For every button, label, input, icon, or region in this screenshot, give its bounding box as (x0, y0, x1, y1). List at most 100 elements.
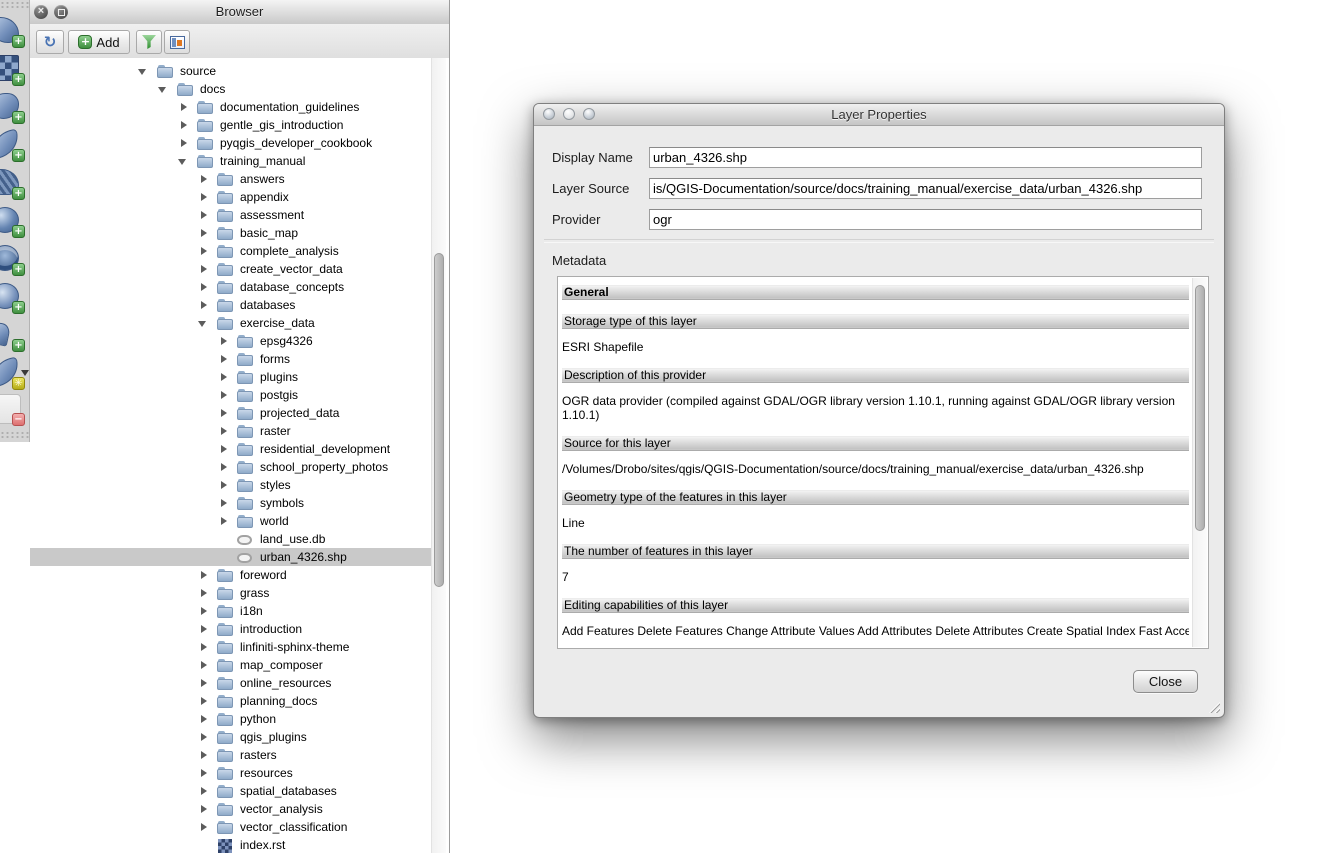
tree-item-urban_4326.shp[interactable]: urban_4326.shp (30, 548, 432, 566)
disclosure-collapsed-icon[interactable] (177, 98, 189, 116)
disclosure-collapsed-icon[interactable] (197, 188, 209, 206)
tree-item-docs[interactable]: docs (30, 80, 432, 98)
dialog-titlebar[interactable]: Layer Properties (534, 104, 1224, 126)
tree-item-answers[interactable]: answers (30, 170, 432, 188)
disclosure-collapsed-icon[interactable] (197, 638, 209, 656)
disclosure-collapsed-icon[interactable] (197, 800, 209, 818)
disclosure-collapsed-icon[interactable] (197, 710, 209, 728)
disclosure-collapsed-icon[interactable] (197, 620, 209, 638)
disclosure-collapsed-icon[interactable] (197, 566, 209, 584)
tree-item-school_property_photos[interactable]: school_property_photos (30, 458, 432, 476)
tree-item-raster[interactable]: raster (30, 422, 432, 440)
close-button[interactable]: Close (1133, 670, 1198, 693)
remove-layer-button[interactable]: − (0, 394, 29, 426)
tree-item-online_resources[interactable]: online_resources (30, 674, 432, 692)
tree-item-land_use.db[interactable]: land_use.db (30, 530, 432, 548)
disclosure-expanded-icon[interactable] (177, 152, 189, 170)
disclosure-collapsed-icon[interactable] (217, 458, 229, 476)
metadata-scrollbar[interactable] (1192, 278, 1207, 647)
disclosure-collapsed-icon[interactable] (217, 494, 229, 512)
tree-item-pyqgis_developer_cookbook[interactable]: pyqgis_developer_cookbook (30, 134, 432, 152)
disclosure-expanded-icon[interactable] (137, 62, 149, 80)
disclosure-collapsed-icon[interactable] (217, 350, 229, 368)
disclosure-collapsed-icon[interactable] (197, 278, 209, 296)
scrollbar-thumb[interactable] (434, 253, 444, 587)
disclosure-collapsed-icon[interactable] (217, 440, 229, 458)
tree-item-training_manual[interactable]: training_manual (30, 152, 432, 170)
disclosure-collapsed-icon[interactable] (217, 332, 229, 350)
disclosure-collapsed-icon[interactable] (217, 368, 229, 386)
disclosure-collapsed-icon[interactable] (217, 386, 229, 404)
tree-item-documentation_guidelines[interactable]: documentation_guidelines (30, 98, 432, 116)
add-vector-layer-button[interactable]: + (0, 16, 29, 48)
tree-item-vector_classification[interactable]: vector_classification (30, 818, 432, 836)
browser-tree-scrollbar[interactable] (431, 58, 446, 853)
tree-item-grass[interactable]: grass (30, 584, 432, 602)
tree-item-postgis[interactable]: postgis (30, 386, 432, 404)
tree-item-planning_docs[interactable]: planning_docs (30, 692, 432, 710)
tree-item-databases[interactable]: databases (30, 296, 432, 314)
disclosure-collapsed-icon[interactable] (217, 404, 229, 422)
display-name-input[interactable]: urban_4326.shp (649, 147, 1202, 168)
add-raster-layer-button[interactable]: + (0, 54, 29, 86)
disclosure-collapsed-icon[interactable] (197, 206, 209, 224)
tree-item-spatial_databases[interactable]: spatial_databases (30, 782, 432, 800)
add-wfs-layer-button[interactable]: + (0, 282, 29, 314)
disclosure-collapsed-icon[interactable] (217, 512, 229, 530)
disclosure-collapsed-icon[interactable] (197, 584, 209, 602)
disclosure-collapsed-icon[interactable] (217, 422, 229, 440)
refresh-button[interactable]: ↻ (36, 30, 64, 54)
disclosure-collapsed-icon[interactable] (197, 656, 209, 674)
add-wcs-layer-button[interactable]: + (0, 244, 29, 276)
tree-item-linfiniti-sphinx-theme[interactable]: linfiniti-sphinx-theme (30, 638, 432, 656)
tree-item-projected_data[interactable]: projected_data (30, 404, 432, 422)
tree-item-index.rst[interactable]: index.rst (30, 836, 432, 853)
tree-item-world[interactable]: world (30, 512, 432, 530)
disclosure-collapsed-icon[interactable] (197, 692, 209, 710)
tree-item-epsg4326[interactable]: epsg4326 (30, 332, 432, 350)
tree-item-resources[interactable]: resources (30, 764, 432, 782)
add-wms-layer-button[interactable]: + (0, 206, 29, 238)
tree-item-create_vector_data[interactable]: create_vector_data (30, 260, 432, 278)
tree-item-qgis_plugins[interactable]: qgis_plugins (30, 728, 432, 746)
add-mssql-layer-button[interactable]: + (0, 168, 29, 200)
tree-item-assessment[interactable]: assessment (30, 206, 432, 224)
disclosure-collapsed-icon[interactable] (197, 242, 209, 260)
disclosure-collapsed-icon[interactable] (177, 116, 189, 134)
tree-item-appendix[interactable]: appendix (30, 188, 432, 206)
layer-source-input[interactable]: is/QGIS-Documentation/source/docs/traini… (649, 178, 1202, 199)
tree-item-styles[interactable]: styles (30, 476, 432, 494)
disclosure-collapsed-icon[interactable] (197, 170, 209, 188)
tree-item-gentle_gis_introduction[interactable]: gentle_gis_introduction (30, 116, 432, 134)
provider-input[interactable]: ogr (649, 209, 1202, 230)
tree-item-database_concepts[interactable]: database_concepts (30, 278, 432, 296)
disclosure-collapsed-icon[interactable] (197, 674, 209, 692)
tree-item-basic_map[interactable]: basic_map (30, 224, 432, 242)
add-selected-layers-button[interactable]: + Add (68, 30, 130, 54)
disclosure-collapsed-icon[interactable] (197, 782, 209, 800)
properties-widget-button[interactable] (164, 30, 190, 54)
tree-item-vector_analysis[interactable]: vector_analysis (30, 800, 432, 818)
disclosure-collapsed-icon[interactable] (217, 476, 229, 494)
tree-item-residential_development[interactable]: residential_development (30, 440, 432, 458)
disclosure-collapsed-icon[interactable] (177, 134, 189, 152)
resize-grip[interactable] (1208, 701, 1220, 713)
disclosure-expanded-icon[interactable] (157, 80, 169, 98)
add-postgis-layer-button[interactable]: + (0, 92, 29, 124)
disclosure-collapsed-icon[interactable] (197, 746, 209, 764)
disclosure-expanded-icon[interactable] (197, 314, 209, 332)
scrollbar-thumb[interactable] (1195, 285, 1205, 531)
disclosure-collapsed-icon[interactable] (197, 818, 209, 836)
tree-item-source[interactable]: source (30, 62, 432, 80)
toolbar-handle-dots[interactable] (0, 1, 29, 8)
tree-item-python[interactable]: python (30, 710, 432, 728)
tree-item-i18n[interactable]: i18n (30, 602, 432, 620)
disclosure-collapsed-icon[interactable] (197, 764, 209, 782)
tree-item-forms[interactable]: forms (30, 350, 432, 368)
toolbar-handle-dots[interactable] (0, 431, 29, 438)
tree-item-plugins[interactable]: plugins (30, 368, 432, 386)
tree-item-symbols[interactable]: symbols (30, 494, 432, 512)
tree-item-foreword[interactable]: foreword (30, 566, 432, 584)
menu-dropdown-arrow-icon[interactable] (21, 370, 29, 376)
disclosure-collapsed-icon[interactable] (197, 296, 209, 314)
